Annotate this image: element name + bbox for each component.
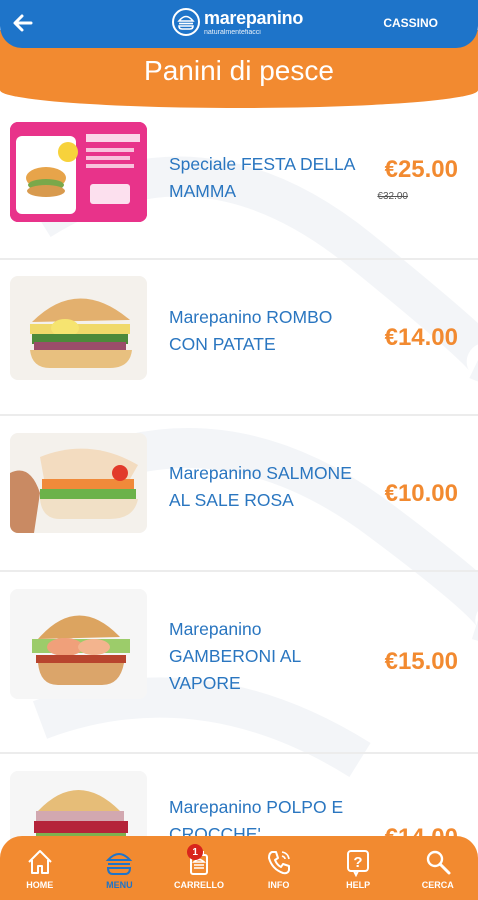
help-icon: ? <box>342 846 374 878</box>
product-old-price: €32.00 <box>377 191 408 202</box>
burger-icon <box>103 846 135 878</box>
svg-text:?: ? <box>354 854 363 871</box>
nav-label-search: CERCA <box>421 880 454 890</box>
logo-name: marepanino <box>204 7 304 28</box>
brand-logo: marepanino naturalmentefiacci <box>172 8 303 36</box>
product-price: €15.00 <box>384 648 458 675</box>
product-list: Speciale FESTA DELLA MAMMA €25.00 €32.00… <box>0 104 478 900</box>
nav-label-cart: CARRELLO <box>173 880 224 890</box>
back-button[interactable] <box>8 8 38 38</box>
product-image-rombo <box>10 276 147 380</box>
phone-icon <box>263 846 295 878</box>
product-price: €10.00 <box>384 480 458 507</box>
nav-home[interactable]: HOME <box>0 836 80 900</box>
product-row[interactable]: Marepanino ROMBO CON PATATE €14.00 <box>0 260 478 416</box>
product-name: Speciale FESTA DELLA MAMMA <box>169 154 355 201</box>
nav-menu[interactable]: MENU <box>80 836 160 900</box>
bottom-nav: HOME MENU 1 CARRELLO INFO ? HELP CERCA <box>0 836 478 900</box>
product-image-promo <box>10 122 147 222</box>
home-icon <box>24 846 56 878</box>
store-selector[interactable]: CASSINO <box>383 16 438 30</box>
nav-cart[interactable]: 1 CARRELLO <box>159 836 239 900</box>
product-row[interactable]: Marepanino SALMONE AL SALE ROSA €10.00 <box>0 416 478 572</box>
nav-label-home: HOME <box>26 880 54 890</box>
nav-help[interactable]: ? HELP <box>318 836 398 900</box>
nav-search[interactable]: CERCA <box>398 836 478 900</box>
product-price: €14.00 <box>384 324 458 351</box>
product-name: Marepanino ROMBO CON PATATE <box>169 307 333 354</box>
search-icon <box>422 846 454 878</box>
page-title: Panini di pesce <box>144 55 334 86</box>
app-screen: marepanino naturalmentefiacci CASSINO Pa… <box>0 0 478 900</box>
product-row[interactable]: Marepanino GAMBERONI AL VAPORE €15.00 <box>0 572 478 754</box>
nav-info[interactable]: INFO <box>239 836 319 900</box>
burger-logo-icon <box>172 8 200 36</box>
top-bar: marepanino naturalmentefiacci CASSINO <box>0 0 478 48</box>
logo-tagline: naturalmentefiacci <box>204 28 261 36</box>
product-price: €25.00 <box>384 156 458 183</box>
product-row[interactable]: Speciale FESTA DELLA MAMMA €25.00 €32.00 <box>0 104 478 260</box>
arrow-left-icon <box>13 14 33 32</box>
product-image-salmone <box>10 433 147 533</box>
nav-label-help: HELP <box>346 880 371 890</box>
nav-label-menu: MENU <box>106 880 133 890</box>
nav-label-info: INFO <box>267 880 290 890</box>
product-name: Marepanino SALMONE AL SALE ROSA <box>169 463 352 510</box>
product-image-gamberoni <box>10 589 147 699</box>
product-name: Marepanino GAMBERONI AL VAPORE <box>169 619 301 693</box>
